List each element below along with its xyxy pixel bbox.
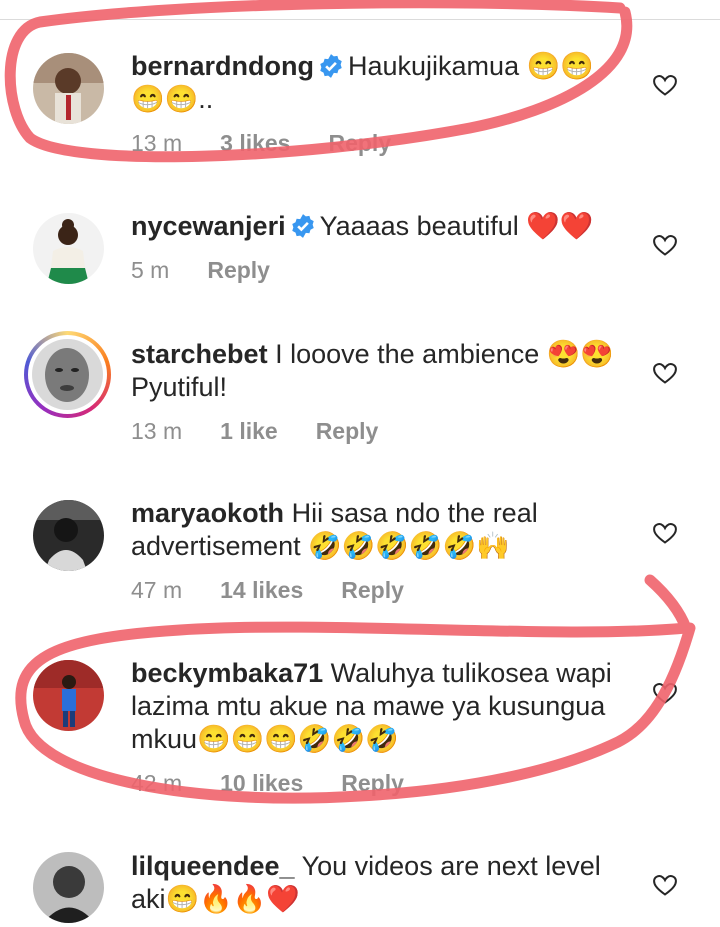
timestamp: 47 m [131,577,183,603]
timestamp: 42 m [131,770,183,796]
heart-outline-icon[interactable] [652,73,678,97]
comment-meta: 13 m 1 like Reply [131,418,416,445]
comment-text: Yaaaas beautiful ❤️❤️ [319,211,594,241]
heart-outline-icon[interactable] [652,873,678,897]
avatar[interactable] [33,852,104,923]
verified-badge-icon [290,213,316,239]
username[interactable]: lilqueendee_ [131,851,295,881]
comment-body: beckymbaka71 Waluhya tulikosea wapi lazi… [131,657,631,756]
likes-count[interactable]: 1 like [220,418,278,444]
story-ring-avatar[interactable] [24,331,111,418]
username[interactable]: beckymbaka71 [131,658,323,688]
likes-count[interactable]: 3 likes [220,130,290,156]
username[interactable]: nycewanjeri [131,211,286,241]
comment-meta: 5 m Reply [131,257,308,284]
reply-button[interactable]: Reply [341,577,404,603]
username[interactable]: bernardndong [131,51,314,81]
heart-outline-icon[interactable] [652,233,678,257]
avatar[interactable] [33,53,104,124]
comment-meta: 47 m 14 likes Reply [131,577,442,604]
username[interactable]: maryaokoth [131,498,284,528]
comment-meta: 13 m 3 likes Reply [131,130,429,157]
comment-body: lilqueendee_ You videos are next level a… [131,850,631,916]
comment-body: maryaokoth Hii sasa ndo the real adverti… [131,497,631,563]
likes-count[interactable]: 10 likes [220,770,303,796]
heart-outline-icon[interactable] [652,681,678,705]
timestamp: 13 m [131,418,183,444]
comment-body: nycewanjeri Yaaaas beautiful ❤️❤️ [131,210,631,243]
reply-button[interactable]: Reply [316,418,379,444]
comment-body: starchebet I looove the ambience 😍😍 Pyut… [131,338,631,404]
comment-body: bernardndong Haukujikamua 😁😁 😁😁.. [131,50,631,116]
username[interactable]: starchebet [131,339,268,369]
reply-button[interactable]: Reply [207,257,270,283]
heart-outline-icon[interactable] [652,361,678,385]
avatar[interactable] [33,500,104,571]
avatar[interactable] [33,213,104,284]
reply-button[interactable]: Reply [341,770,404,796]
comment-meta: 42 m 10 likes Reply [131,770,442,797]
top-divider [0,19,720,20]
timestamp: 5 m [131,257,170,283]
heart-outline-icon[interactable] [652,521,678,545]
avatar[interactable] [33,660,104,731]
likes-count[interactable]: 14 likes [220,577,303,603]
timestamp: 13 m [131,130,183,156]
verified-badge-icon [318,53,344,79]
reply-button[interactable]: Reply [328,130,391,156]
